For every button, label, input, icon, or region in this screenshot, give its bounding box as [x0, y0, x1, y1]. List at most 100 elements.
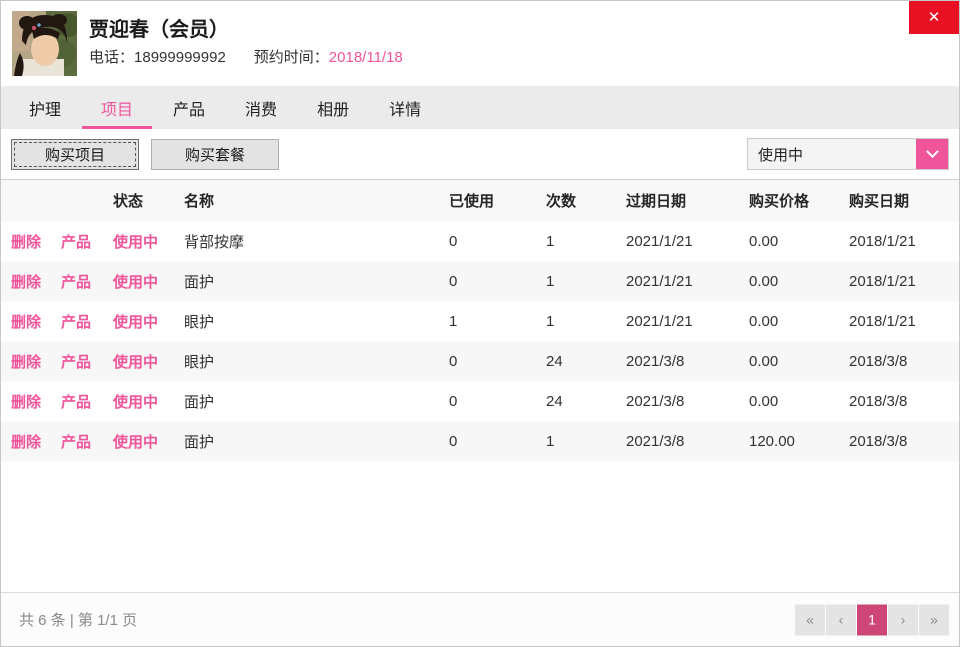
header-col-purchase-date: 购买日期 — [849, 190, 959, 211]
header-col-price: 购买价格 — [749, 190, 849, 211]
delete-link[interactable]: 删除 — [11, 431, 61, 452]
dropdown-arrow-button[interactable] — [916, 139, 948, 169]
first-page-button[interactable]: « — [795, 604, 825, 635]
row-status: 使用中 — [113, 431, 184, 452]
row-count: 1 — [546, 273, 626, 290]
row-count: 24 — [546, 353, 626, 370]
row-count: 1 — [546, 233, 626, 250]
delete-link[interactable]: 删除 — [11, 231, 61, 252]
last-page-button[interactable]: » — [919, 604, 949, 635]
row-purchase-date: 2018/1/21 — [849, 313, 959, 330]
row-used: 0 — [449, 273, 546, 290]
tab-consumption[interactable]: 消费 — [245, 86, 277, 129]
product-link[interactable]: 产品 — [61, 431, 113, 452]
tab-bar: 护理 项目 产品 消费 相册 详情 — [1, 86, 959, 129]
pagination: « ‹ 1 › » — [795, 604, 949, 635]
delete-link[interactable]: 删除 — [11, 391, 61, 412]
row-count: 1 — [546, 433, 626, 450]
row-price: 0.00 — [749, 273, 849, 290]
table-row: 删除 产品 使用中 面护 0 24 2021/3/8 0.00 2018/3/8 — [1, 381, 959, 421]
member-avatar — [12, 11, 77, 76]
close-icon: ✕ — [928, 9, 941, 26]
member-detail-window: 贾迎春（会员） 电话：18999999992预约时间：2018/11/18 ✕ … — [0, 0, 960, 647]
row-price: 0.00 — [749, 393, 849, 410]
status-filter-dropdown[interactable]: 使用中 — [747, 138, 949, 170]
row-price: 120.00 — [749, 433, 849, 450]
table-row: 删除 产品 使用中 面护 0 1 2021/3/8 120.00 2018/3/… — [1, 421, 959, 461]
header-col-used: 已使用 — [449, 190, 546, 211]
row-purchase-date: 2018/1/21 — [849, 233, 959, 250]
row-price: 0.00 — [749, 233, 849, 250]
delete-link[interactable]: 删除 — [11, 311, 61, 332]
tab-products[interactable]: 产品 — [173, 86, 205, 129]
buy-package-button[interactable]: 购买套餐 — [151, 139, 279, 170]
product-link[interactable]: 产品 — [61, 311, 113, 332]
row-used: 0 — [449, 353, 546, 370]
member-name: 贾迎春（会员） — [89, 13, 229, 42]
row-status: 使用中 — [113, 311, 184, 332]
product-link[interactable]: 产品 — [61, 231, 113, 252]
member-header: 贾迎春（会员） 电话：18999999992预约时间：2018/11/18 ✕ — [1, 1, 959, 86]
phone-value: 18999999992 — [134, 49, 226, 66]
table-row: 删除 产品 使用中 眼护 1 1 2021/1/21 0.00 2018/1/2… — [1, 301, 959, 341]
row-status: 使用中 — [113, 231, 184, 252]
buy-item-button[interactable]: 购买项目 — [11, 139, 139, 170]
table-row: 删除 产品 使用中 面护 0 1 2021/1/21 0.00 2018/1/2… — [1, 261, 959, 301]
table-header: 状态 名称 已使用 次数 过期日期 购买价格 购买日期 — [1, 179, 959, 221]
tab-care[interactable]: 护理 — [29, 86, 61, 129]
table-row: 删除 产品 使用中 眼护 0 24 2021/3/8 0.00 2018/3/8 — [1, 341, 959, 381]
footer-bar: 共 6 条 | 第 1/1 页 « ‹ 1 › » — [1, 592, 959, 646]
tab-album[interactable]: 相册 — [317, 86, 349, 129]
table-body: 删除 产品 使用中 背部按摩 0 1 2021/1/21 0.00 2018/1… — [1, 221, 959, 461]
row-used: 0 — [449, 433, 546, 450]
product-link[interactable]: 产品 — [61, 271, 113, 292]
row-name: 眼护 — [184, 351, 449, 372]
row-purchase-date: 2018/1/21 — [849, 273, 959, 290]
row-price: 0.00 — [749, 353, 849, 370]
row-purchase-date: 2018/3/8 — [849, 393, 959, 410]
avatar-photo-placeholder — [12, 11, 77, 76]
row-name: 眼护 — [184, 311, 449, 332]
header-col-count: 次数 — [546, 190, 626, 211]
header-col-expiry: 过期日期 — [626, 190, 749, 211]
row-name: 背部按摩 — [184, 231, 449, 252]
row-expiry: 2021/1/21 — [626, 273, 749, 290]
header-col-status: 状态 — [113, 190, 184, 211]
booking-date: 2018/11/18 — [329, 49, 403, 66]
row-purchase-date: 2018/3/8 — [849, 353, 959, 370]
chevron-down-icon — [926, 145, 939, 158]
row-used: 1 — [449, 313, 546, 330]
product-link[interactable]: 产品 — [61, 351, 113, 372]
row-purchase-date: 2018/3/8 — [849, 433, 959, 450]
items-toolbar: 购买项目 购买套餐 使用中 — [1, 129, 959, 179]
row-status: 使用中 — [113, 271, 184, 292]
record-summary: 共 6 条 | 第 1/1 页 — [1, 609, 137, 630]
row-expiry: 2021/1/21 — [626, 233, 749, 250]
member-info-line: 电话：18999999992预约时间：2018/11/18 — [89, 46, 403, 67]
row-count: 1 — [546, 313, 626, 330]
tab-items[interactable]: 项目 — [101, 86, 133, 129]
product-link[interactable]: 产品 — [61, 391, 113, 412]
status-filter-value: 使用中 — [748, 144, 916, 165]
delete-link[interactable]: 删除 — [11, 351, 61, 372]
row-status: 使用中 — [113, 391, 184, 412]
row-count: 24 — [546, 393, 626, 410]
tab-details[interactable]: 详情 — [389, 86, 421, 129]
next-page-button[interactable]: › — [888, 604, 918, 635]
header-col-name: 名称 — [184, 190, 449, 211]
current-page-button[interactable]: 1 — [857, 604, 887, 635]
row-used: 0 — [449, 233, 546, 250]
delete-link[interactable]: 删除 — [11, 271, 61, 292]
row-expiry: 2021/1/21 — [626, 313, 749, 330]
prev-page-button[interactable]: ‹ — [826, 604, 856, 635]
row-name: 面护 — [184, 271, 449, 292]
row-price: 0.00 — [749, 313, 849, 330]
row-expiry: 2021/3/8 — [626, 393, 749, 410]
close-button[interactable]: ✕ — [909, 1, 959, 34]
row-expiry: 2021/3/8 — [626, 433, 749, 450]
row-name: 面护 — [184, 391, 449, 412]
phone-label: 电话： — [89, 49, 134, 66]
row-used: 0 — [449, 393, 546, 410]
table-row: 删除 产品 使用中 背部按摩 0 1 2021/1/21 0.00 2018/1… — [1, 221, 959, 261]
row-status: 使用中 — [113, 351, 184, 372]
